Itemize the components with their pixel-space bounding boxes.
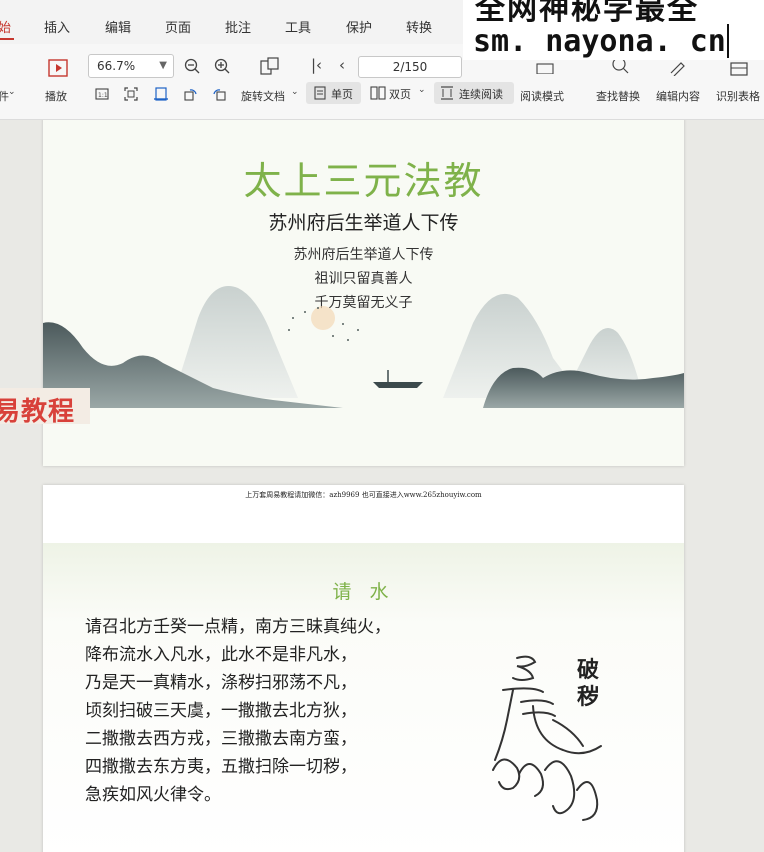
search-icon[interactable] (610, 60, 630, 76)
page-layout-icon[interactable] (259, 56, 281, 76)
talisman-label-char: 秽 (577, 684, 600, 710)
svg-text:1:1: 1:1 (98, 92, 108, 99)
section-title: 请 水 (332, 581, 395, 603)
double-page-icon (370, 86, 386, 100)
double-page-label: 双页 (389, 88, 411, 101)
zoom-in-icon[interactable] (214, 58, 230, 74)
edit-content-button[interactable]: 编辑内容 (656, 88, 700, 104)
menu-page[interactable]: 页面 (165, 17, 191, 36)
slide-subtitle: 苏州府后生举道人下传 (268, 212, 459, 234)
menu-edit[interactable]: 编辑 (105, 17, 131, 36)
recognize-table-button[interactable]: 识别表格 (716, 88, 760, 104)
continuous-icon (441, 86, 453, 100)
watermark-line2: sm. nayona. cn (473, 24, 726, 59)
document-page-1: 太上三元法教 苏州府后生举道人下传 苏州府后生举道人下传 祖训只留真善人 千万莫… (43, 120, 684, 466)
play-button[interactable]: 播放 (40, 52, 76, 108)
play-icon (48, 59, 68, 77)
side-banner: 易教程 (0, 388, 90, 427)
chevron-down-icon[interactable]: ⌄ (291, 88, 299, 97)
menu-tools[interactable]: 工具 (285, 17, 311, 36)
continuous-read-label: 连续阅读 (459, 88, 503, 101)
zoom-value: 66.7% (97, 59, 136, 73)
fit-width-icon[interactable] (154, 87, 168, 101)
chevron-down-icon: ⌄ (418, 85, 426, 95)
side-banner-text: 易教程 (0, 397, 76, 427)
poem-line: 顷刻扫破三天虞，一撒撒去北方狄， (85, 701, 357, 721)
document-page-2: 上万套周易教程请加微信：azh9969 也可直接进入www.265zhouyiw… (43, 485, 684, 852)
single-page-icon (314, 86, 326, 100)
table-icon[interactable] (730, 60, 748, 76)
first-page-icon[interactable]: |‹ (311, 58, 322, 73)
single-page-label: 单页 (331, 88, 353, 101)
zoom-select[interactable]: 66.7% ▼ (88, 54, 174, 78)
menu-start[interactable]: 始 (0, 17, 11, 36)
talisman-label-char: 破 (577, 657, 600, 683)
actual-size-icon[interactable]: 1:1 (95, 87, 109, 101)
rotate-document-button[interactable]: 旋转文档 (241, 88, 285, 104)
prev-page-icon[interactable]: ‹ (339, 58, 345, 73)
zoom-out-icon[interactable] (184, 58, 200, 74)
active-tab-underline (0, 38, 14, 40)
fit-page-icon[interactable] (124, 87, 138, 101)
edit-icon[interactable] (668, 60, 686, 76)
text-caret (727, 24, 729, 58)
talisman-label: 破 秽 (577, 657, 607, 711)
talisman-drawing (492, 655, 602, 821)
menu-protect[interactable]: 保护 (346, 17, 372, 36)
continuous-read-button[interactable]: 连续阅读 (434, 82, 514, 104)
poem-line: 降布流水入凡水，此水不是非凡水， (85, 645, 357, 665)
poem-line: 二撒撒去西方戎，三撒撒去南方蛮， (85, 729, 357, 749)
page-number-value: 2/150 (392, 60, 428, 74)
menu-convert[interactable]: 转换 (406, 17, 432, 36)
chevron-down-icon: ▼ (159, 60, 167, 71)
rotate-left-icon[interactable] (184, 87, 198, 101)
find-replace-button[interactable]: 查找替换 (596, 88, 640, 104)
poem-line: 急疾如风火律令。 (85, 785, 221, 805)
page-icon[interactable] (536, 60, 554, 74)
document-viewer[interactable]: 太上三元法教 苏州府后生举道人下传 苏州府后生举道人下传 祖训只留真善人 千万莫… (0, 120, 764, 852)
single-page-button[interactable]: 单页 (306, 82, 361, 104)
poem-line: 请召北方壬癸一点精，南方三昧真纯火， (85, 617, 391, 637)
page-number-input[interactable]: 2/150 (358, 56, 462, 78)
menu-comment[interactable]: 批注 (225, 17, 251, 36)
read-mode-button[interactable]: 阅读模式 (520, 88, 564, 104)
incantation-text: 请召北方壬癸一点精，南方三昧真纯火， 降布流水入凡水，此水不是非凡水， 乃是天一… (85, 613, 445, 809)
page-header-note: 上万套周易教程请加微信：azh9969 也可直接进入www.265zhouyiw… (245, 491, 482, 499)
poem-line: 乃是天一真精水，涤秽扫邪荡不凡， (85, 673, 357, 693)
menu-insert[interactable]: 插入 (44, 17, 70, 36)
double-page-button[interactable]: 双页 ⌄ (366, 82, 428, 104)
poem-line: 四撒撒去东方夷，五撒扫除一切秽， (85, 757, 357, 777)
play-label: 播放 (45, 90, 67, 103)
slide-line-1: 苏州府后生举道人下传 (293, 247, 434, 263)
watermark-overlay: 全网神秘学最全 sm. nayona. cn (463, 0, 764, 60)
ink-mountain-landscape (43, 286, 684, 408)
chevron-down-icon[interactable]: ⌄ (8, 88, 16, 97)
slide-title: 太上三元法教 (243, 159, 484, 203)
rotate-right-icon[interactable] (212, 87, 226, 101)
